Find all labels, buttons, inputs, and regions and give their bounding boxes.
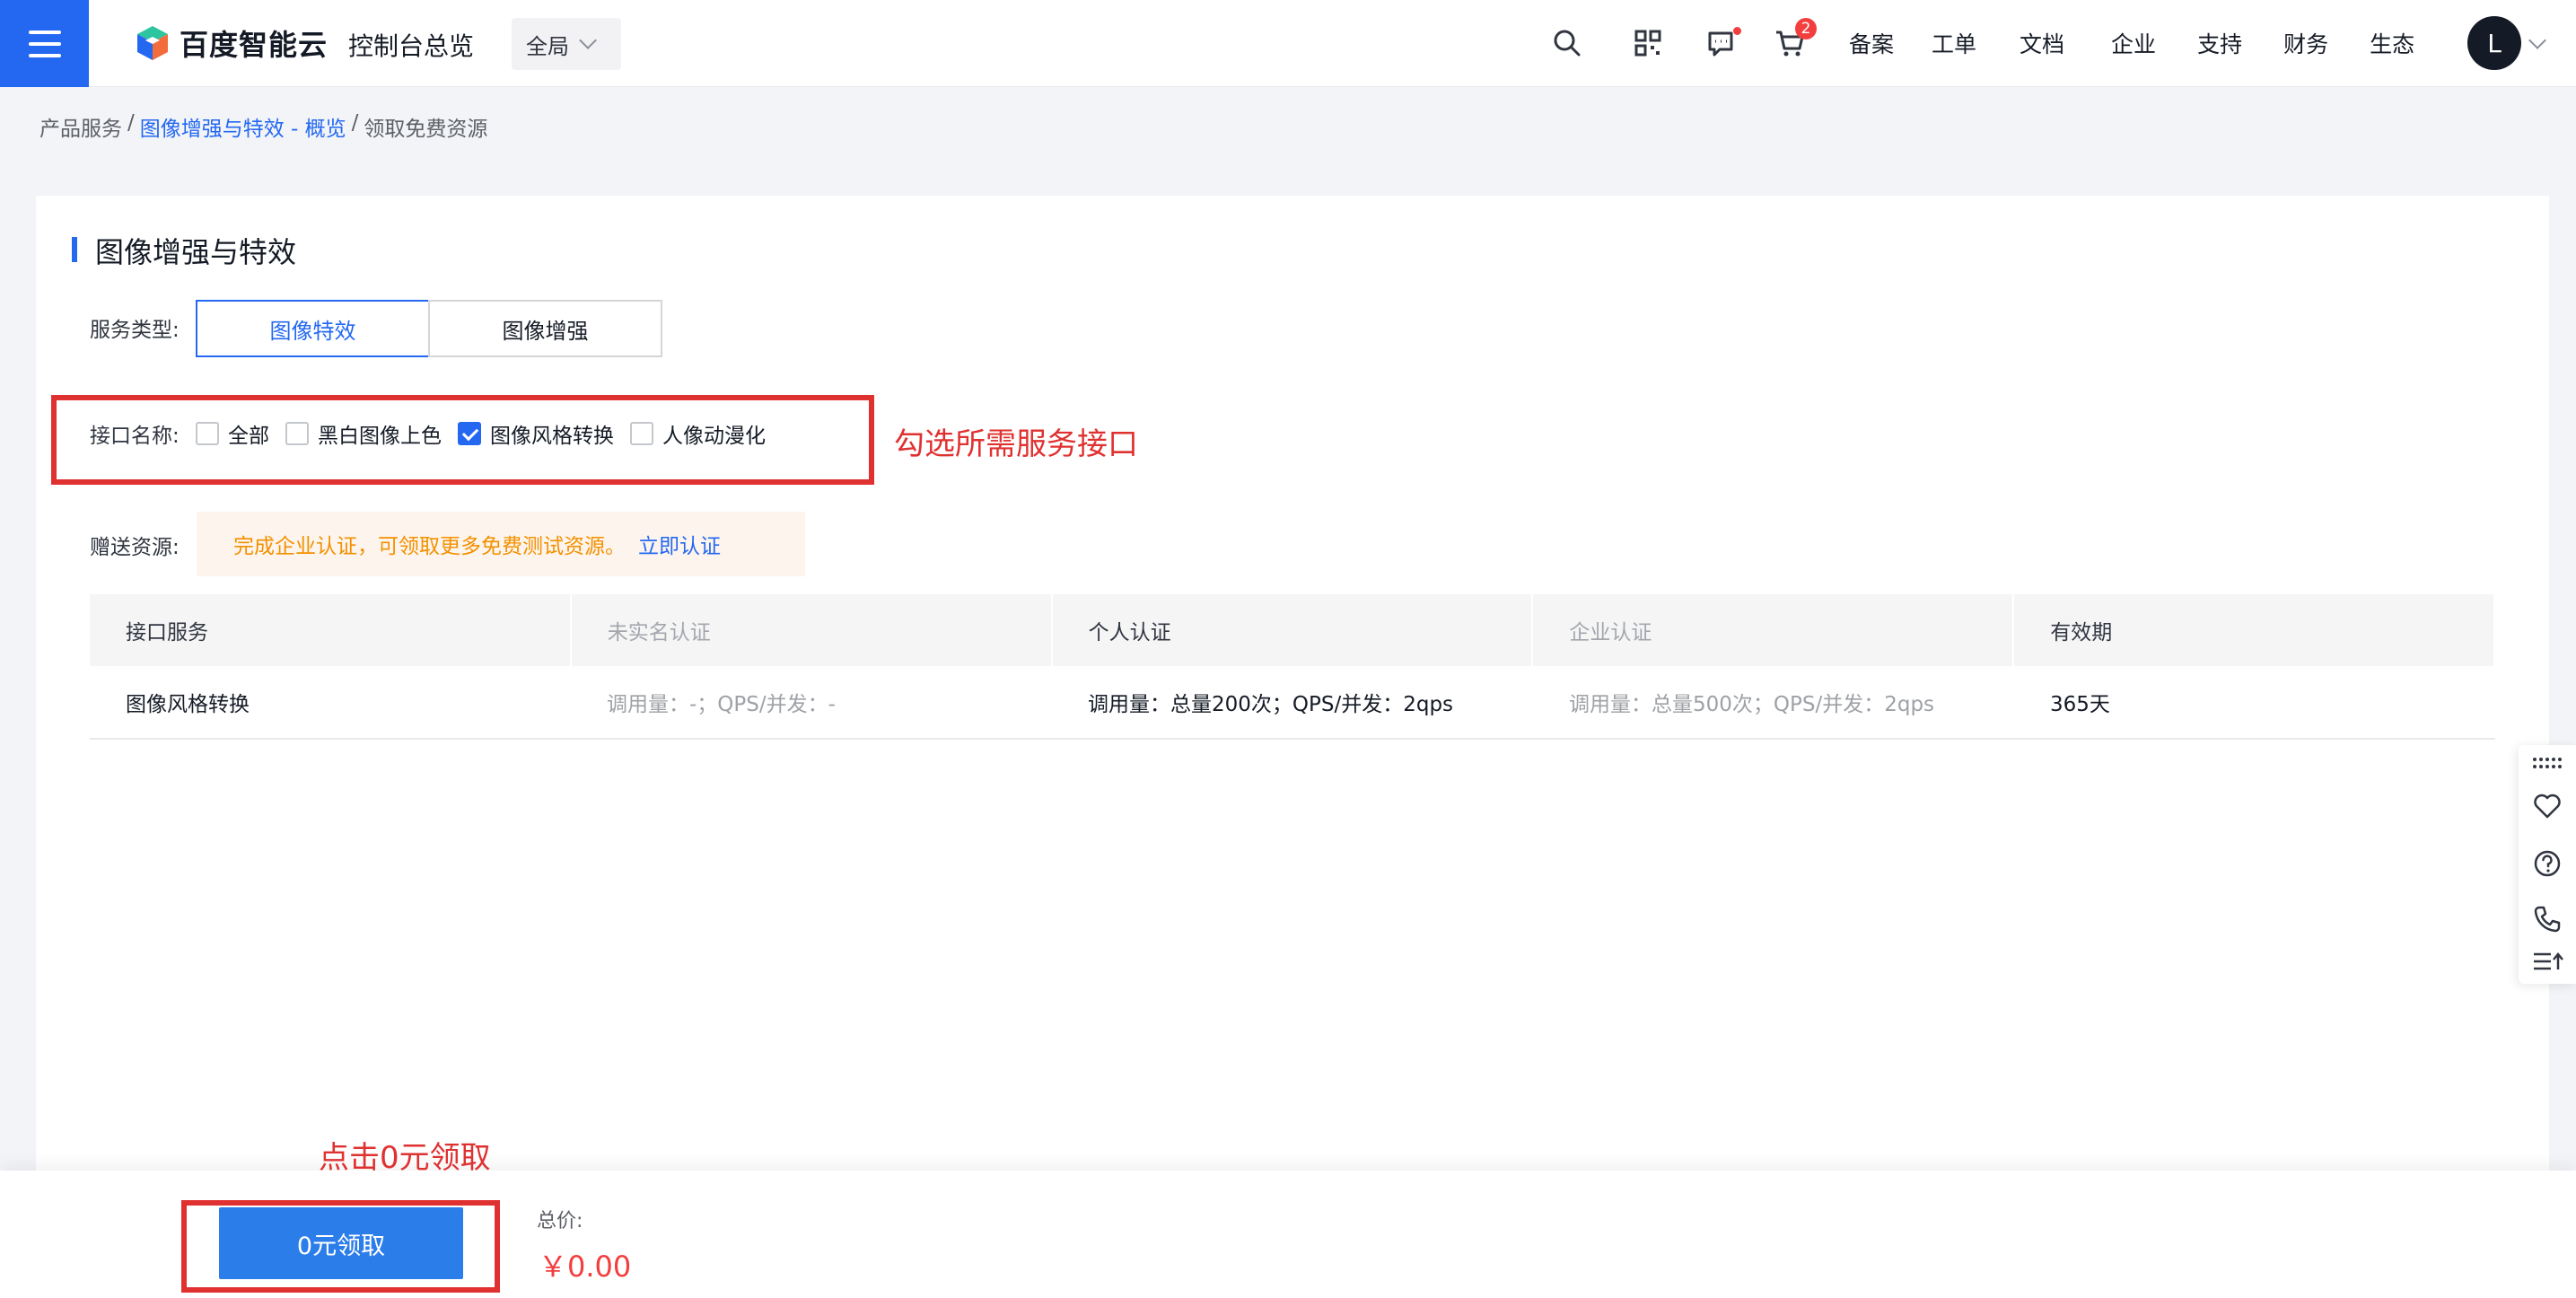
drag-handle-icon[interactable] (2531, 754, 2563, 772)
menu-line (28, 41, 61, 46)
console-overview-link[interactable]: 控制台总览 (348, 27, 474, 63)
service-type-effects-button[interactable]: 图像特效 (196, 300, 430, 357)
hamburger-menu-button[interactable] (0, 0, 89, 87)
cell-unverified: 调用量：-；QPS/并发：- (607, 693, 836, 716)
breadcrumb-overview-link[interactable]: 图像增强与特效 - 概览 (140, 111, 346, 142)
user-avatar[interactable]: L (2467, 16, 2521, 70)
floating-toolbar (2519, 745, 2576, 984)
total-price-label: 总价: (537, 1210, 583, 1232)
verify-now-link[interactable]: 立即认证 (638, 529, 721, 559)
chevron-down-icon (579, 31, 597, 49)
breadcrumb-separator: / (127, 111, 135, 135)
qr-code-icon[interactable] (1632, 27, 1664, 59)
nav-finance[interactable]: 财务 (2283, 27, 2328, 59)
cell-validity: 365天 (2050, 693, 2110, 716)
gift-resource-label: 赠送资源: (90, 536, 180, 559)
service-type-enhance-button[interactable]: 图像增强 (428, 300, 662, 357)
column-header-enterprise: 企业认证 (1533, 594, 2015, 666)
column-header-validity: 有效期 (2014, 594, 2495, 666)
annotation-text-claim: 点击0元领取 (319, 1140, 491, 1176)
nav-support[interactable]: 支持 (2197, 27, 2242, 59)
claim-free-button[interactable]: 0元领取 (219, 1207, 463, 1279)
breadcrumb-separator: / (351, 111, 359, 135)
service-type-switch: 图像特效 图像增强 (196, 300, 662, 357)
page-title: 图像增强与特效 (72, 230, 296, 271)
cell-service: 图像风格转换 (126, 693, 250, 716)
cell-enterprise: 调用量：总量500次；QPS/并发：2qps (1569, 693, 1935, 716)
cart-count-badge: 2 (1795, 18, 1817, 39)
phone-icon[interactable] (2531, 903, 2563, 935)
cell-personal: 调用量：总量200次；QPS/并发：2qps (1088, 693, 1454, 716)
table-row: 图像风格转换 调用量：-；QPS/并发：- 调用量：总量200次；QPS/并发：… (90, 666, 2495, 740)
quota-table: 接口服务 未实名认证 个人认证 企业认证 有效期 图像风格转换 调用量：-；QP… (90, 594, 2495, 740)
help-icon[interactable] (2531, 847, 2563, 880)
column-header-unverified: 未实名认证 (572, 594, 1053, 666)
favorite-heart-icon[interactable] (2531, 790, 2563, 822)
top-nav: 备案 工单 文档 企业 支持 财务 生态 (1849, 27, 2414, 59)
brand-logo[interactable]: 百度智能云 (135, 23, 328, 63)
notice-text: 完成企业认证，可领取更多免费测试资源。 (233, 535, 626, 558)
enterprise-auth-notice: 完成企业认证，可领取更多免费测试资源。 立即认证 (197, 512, 805, 576)
nav-ticket[interactable]: 工单 (1932, 27, 1976, 59)
menu-line (28, 30, 61, 34)
search-icon[interactable] (1551, 27, 1583, 59)
annotation-text-check: 勾选所需服务接口 (894, 426, 1138, 462)
brand-name: 百度智能云 (180, 28, 329, 62)
message-unread-dot (1733, 27, 1741, 35)
column-header-personal: 个人认证 (1053, 594, 1534, 666)
breadcrumb-products[interactable]: 产品服务 (39, 111, 122, 142)
nav-filing[interactable]: 备案 (1849, 27, 1894, 59)
annotation-box-interfaces (51, 395, 874, 485)
column-header-service: 接口服务 (90, 594, 572, 666)
menu-line (28, 53, 61, 57)
nav-docs[interactable]: 文档 (2020, 27, 2064, 59)
chevron-down-icon[interactable] (2528, 31, 2546, 49)
nav-ecosystem[interactable]: 生态 (2370, 27, 2414, 59)
message-icon[interactable] (1704, 27, 1737, 59)
total-price-value: ￥0.00 (539, 1250, 632, 1284)
breadcrumb-current: 领取免费资源 (364, 118, 488, 141)
back-to-top-icon[interactable] (2531, 950, 2563, 975)
nav-enterprise[interactable]: 企业 (2111, 27, 2156, 59)
top-bar: 百度智能云 控制台总览 全局 2 备案 工单 文档 企业 支持 财务 生态 L (0, 0, 2576, 87)
logo-cube-icon (137, 26, 168, 60)
breadcrumb: 产品服务 / 图像增强与特效 - 概览 / 领取免费资源 (39, 111, 487, 142)
table-header: 接口服务 未实名认证 个人认证 企业认证 有效期 (90, 594, 2495, 666)
region-selector[interactable]: 全局 (512, 18, 621, 70)
region-value: 全局 (526, 33, 569, 59)
service-type-label: 服务类型: (90, 319, 180, 342)
